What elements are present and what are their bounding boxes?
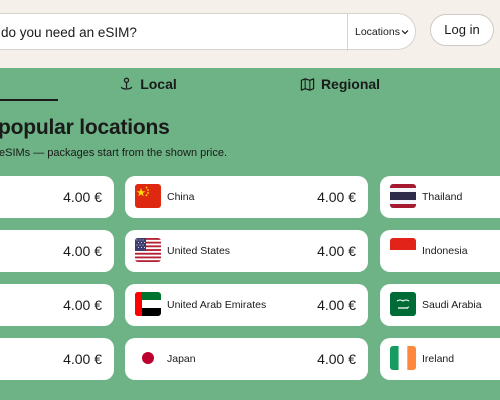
tab-local-label: Local	[140, 76, 177, 92]
location-price: 4.00 €	[63, 351, 102, 367]
location-card-ireland[interactable]: Ireland	[380, 338, 500, 380]
location-name: Japan	[167, 353, 196, 365]
us-flag-icon	[135, 238, 161, 262]
tab-regional[interactable]: Regional	[250, 68, 430, 100]
location-card-japan[interactable]: Japan 4.00 €	[125, 338, 368, 380]
location-card-united-states[interactable]: United States 4.00 €	[125, 230, 368, 272]
location-card[interactable]: 4.00 €	[0, 284, 114, 326]
anchor-pin-icon	[120, 77, 133, 90]
location-name: Saudi Arabia	[422, 299, 482, 311]
jp-flag-icon	[135, 346, 161, 370]
location-card[interactable]: 4.00 €	[0, 230, 114, 272]
location-card-thailand[interactable]: Thailand	[380, 176, 500, 218]
cn-flag-icon	[135, 184, 161, 208]
locations-dropdown[interactable]: Locations	[348, 14, 416, 51]
id-flag-icon	[390, 238, 416, 262]
location-name: United States	[167, 245, 231, 257]
location-name: China	[167, 191, 195, 203]
location-price: 4.00 €	[63, 189, 102, 205]
sa-flag-icon	[390, 292, 416, 316]
location-card[interactable]: 4.00 €	[0, 338, 114, 380]
active-tab-indicator	[0, 99, 58, 101]
location-price: 4.00 €	[317, 351, 356, 367]
location-card-china[interactable]: China 4.00 €	[125, 176, 368, 218]
location-name: Ireland	[422, 353, 455, 365]
section-title: popular locations	[0, 116, 170, 139]
location-price: 4.00 €	[317, 243, 356, 259]
location-card-united-arab-emirates[interactable]: United Arab Emirates 4.00 €	[125, 284, 368, 326]
location-name: United Arab Emirates	[167, 299, 267, 311]
location-price: 4.00 €	[317, 189, 356, 205]
locations-dropdown-label: Locations	[355, 26, 400, 38]
search-input[interactable]: do you need an eSIM?	[1, 14, 137, 51]
tab-regional-label: Regional	[320, 76, 381, 92]
chevron-down-icon	[401, 30, 409, 35]
search-bar[interactable]: do you need an eSIM? Locations	[0, 13, 416, 51]
location-name: Thailand	[422, 191, 463, 203]
location-name: Indonesia	[422, 245, 468, 257]
location-price: 4.00 €	[63, 297, 102, 313]
location-price: 4.00 €	[63, 243, 102, 259]
ae-flag-icon	[135, 292, 161, 316]
th-flag-icon	[390, 184, 416, 208]
login-button[interactable]: Log in	[430, 14, 494, 46]
location-card[interactable]: 4.00 €	[0, 176, 114, 218]
ie-flag-icon	[390, 346, 416, 370]
header-bar: do you need an eSIM? Locations Log in	[0, 0, 500, 68]
location-card-indonesia[interactable]: Indonesia	[380, 230, 500, 272]
location-card-saudi-arabia[interactable]: Saudi Arabia	[380, 284, 500, 326]
section-subtitle: eSIMs — packages start from the shown pr…	[0, 147, 228, 159]
location-price: 4.00 €	[317, 297, 356, 313]
tab-local[interactable]: Local	[58, 68, 238, 100]
map-icon	[300, 77, 315, 91]
